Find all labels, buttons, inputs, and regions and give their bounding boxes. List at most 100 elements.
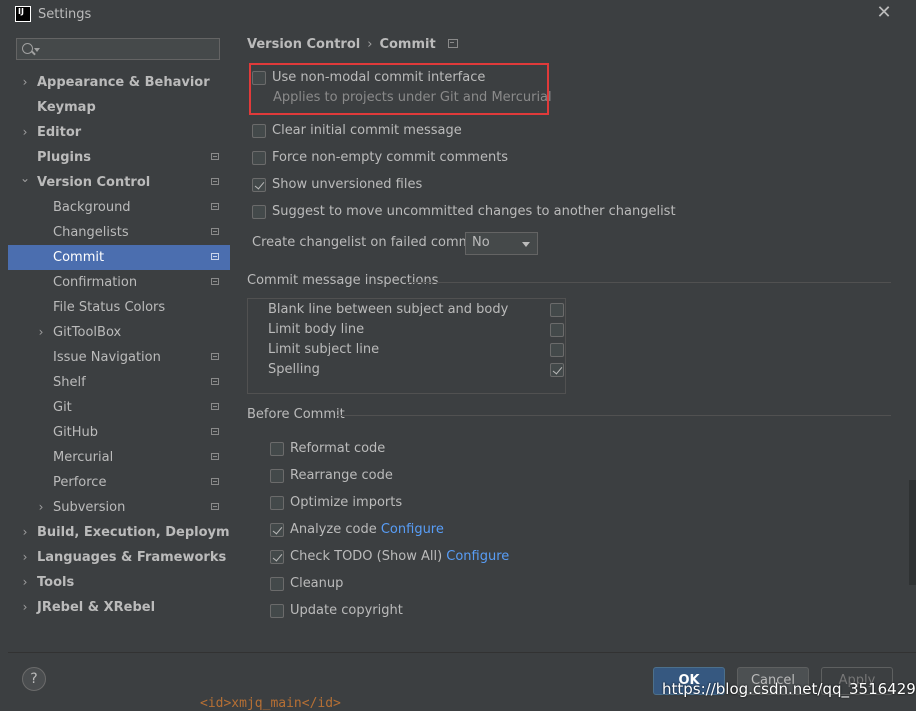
inspection-checkbox[interactable] [550, 323, 564, 337]
chevron-right-icon[interactable]: › [20, 120, 30, 145]
project-scope-icon [211, 503, 219, 510]
section-divider [337, 415, 891, 416]
chevron-right-icon[interactable]: › [20, 70, 30, 95]
sidebar-item-changelists[interactable]: Changelists [8, 220, 230, 245]
sidebar-item-label: Shelf [53, 375, 86, 390]
chevron-right-icon[interactable]: › [20, 595, 30, 620]
sidebar-item-appearance-behavior[interactable]: › Appearance & Behavior [8, 70, 230, 95]
highlight-annotation-box [249, 63, 549, 115]
sidebar-item-label: GitHub [53, 425, 99, 440]
chevron-down-icon[interactable]: ⌄ [20, 166, 30, 191]
search-history-icon[interactable] [34, 48, 40, 52]
sidebar-item-mercurial[interactable]: Mercurial [8, 445, 230, 470]
chevron-right-icon[interactable]: › [36, 495, 46, 520]
inspection-row-blank-line-between-subject-and-body[interactable]: Blank line between subject and body [268, 300, 564, 320]
sidebar-item-file-status-colors[interactable]: File Status Colors [8, 295, 230, 320]
settings-tree: › Appearance & Behavior Keymap › Editor Plugi… [8, 70, 254, 620]
sidebar-item-label: Version Control [37, 175, 151, 190]
sidebar-item-label: JRebel & XRebel [37, 600, 156, 615]
settings-main-panel: Version Control › Commit Use non-modal com… [230, 30, 916, 652]
sidebar-item-label: Issue Navigation [53, 350, 161, 365]
inspection-row-limit-body-line[interactable]: Limit body line [268, 320, 564, 340]
checkbox-label: Optimize imports [290, 495, 403, 510]
sidebar-item-shelf[interactable]: Shelf [8, 370, 230, 395]
window-title: Settings [38, 7, 92, 22]
search-box[interactable] [16, 38, 220, 60]
checkbox-box[interactable] [252, 124, 266, 138]
project-scope-icon [211, 353, 219, 360]
inspection-label: Limit body line [268, 322, 365, 337]
sidebar-item-keymap[interactable]: Keymap [8, 95, 230, 120]
project-scope-icon [211, 453, 219, 460]
help-button[interactable]: ? [22, 667, 46, 691]
sidebar-item-editor[interactable]: › Editor [8, 120, 230, 145]
chevron-right-icon[interactable]: › [20, 520, 30, 545]
sidebar-item-label: File Status Colors [53, 300, 166, 315]
watermark-text: https://blog.csdn.net/qq_35164294 [662, 680, 916, 698]
sidebar-item-label: Mercurial [53, 450, 114, 465]
project-scope-icon [211, 378, 219, 385]
sidebar-item-plugins[interactable]: Plugins [8, 145, 230, 170]
sidebar-item-label: Background [53, 200, 131, 215]
checkbox-box[interactable] [270, 604, 284, 618]
checkbox-box[interactable] [270, 496, 284, 510]
background-window-edge [909, 480, 916, 585]
settings-dialog: IJ Settings ✕ › Appearance & Behavior Keym… [0, 0, 916, 709]
inspection-label: Limit subject line [268, 342, 380, 357]
configure-link[interactable]: Configure [381, 522, 444, 537]
breadcrumb: Version Control › Commit [247, 37, 458, 52]
sidebar-item-commit[interactable]: Commit [8, 245, 230, 270]
checkbox-box[interactable] [270, 577, 284, 591]
checkbox-label: Reformat code [290, 441, 386, 456]
sidebar-item-background[interactable]: Background [8, 195, 230, 220]
sidebar-item-jrebel-xrebel[interactable]: › JRebel & XRebel [8, 595, 230, 620]
checkbox-box[interactable] [270, 442, 284, 456]
chevron-right-icon[interactable]: › [20, 545, 30, 570]
breadcrumb-parent[interactable]: Version Control [247, 37, 360, 52]
sidebar-item-subversion[interactable]: › Subversion [8, 495, 230, 520]
sidebar-item-tools[interactable]: › Tools [8, 570, 230, 595]
checkbox-label: Force non-empty commit comments [272, 150, 509, 165]
sidebar-item-issue-navigation[interactable]: Issue Navigation [8, 345, 230, 370]
checkbox-box[interactable] [252, 205, 266, 219]
sidebar-item-label: Confirmation [53, 275, 138, 290]
sidebar-item-version-control[interactable]: ⌄ Version Control [8, 170, 230, 195]
configure-link[interactable]: Configure [446, 549, 509, 564]
checkbox-box[interactable] [270, 550, 284, 564]
inspection-label: Spelling [268, 362, 320, 377]
section-divider [408, 282, 891, 283]
sidebar-item-confirmation[interactable]: Confirmation [8, 270, 230, 295]
sidebar-item-github[interactable]: GitHub [8, 420, 230, 445]
changelist-combo-value: No [472, 235, 490, 250]
project-scope-icon [211, 178, 219, 185]
inspection-checkbox[interactable] [550, 303, 564, 317]
chevron-right-icon[interactable]: › [36, 320, 46, 345]
sidebar-item-label: Editor [37, 125, 82, 140]
sidebar-item-label: GitToolBox [53, 325, 122, 340]
checkbox-box[interactable] [270, 523, 284, 537]
sidebar-item-languages-frameworks[interactable]: › Languages & Frameworks [8, 545, 230, 570]
inspection-row-limit-subject-line[interactable]: Limit subject line [268, 340, 564, 360]
checkbox-label: Cleanup [290, 576, 344, 591]
settings-sidebar: › Appearance & Behavior Keymap › Editor Plugi… [8, 30, 254, 652]
project-scope-icon [211, 428, 219, 435]
chevron-right-icon[interactable]: › [20, 570, 30, 595]
project-scope-icon [211, 228, 219, 235]
sidebar-item-perforce[interactable]: Perforce [8, 470, 230, 495]
sidebar-item-build-execution-deployment[interactable]: › Build, Execution, Deployment [8, 520, 254, 545]
inspection-row-spelling[interactable]: Spelling [268, 360, 564, 380]
inspections-table: Blank line between subject and body Limit… [247, 298, 566, 394]
inspection-checkbox[interactable] [550, 343, 564, 357]
close-icon[interactable]: ✕ [875, 4, 893, 22]
checkbox-box[interactable] [270, 469, 284, 483]
changelist-on-failed-commit-select[interactable]: No [465, 232, 538, 255]
inspection-checkbox[interactable] [550, 363, 564, 377]
project-scope-icon [211, 278, 219, 285]
search-input[interactable] [41, 41, 215, 59]
sidebar-item-gittoolbox[interactable]: › GitToolBox [8, 320, 230, 345]
checkbox-box[interactable] [252, 178, 266, 192]
sidebar-item-label: Subversion [53, 500, 126, 515]
project-scope-icon [211, 403, 219, 410]
sidebar-item-git[interactable]: Git [8, 395, 230, 420]
checkbox-box[interactable] [252, 151, 266, 165]
